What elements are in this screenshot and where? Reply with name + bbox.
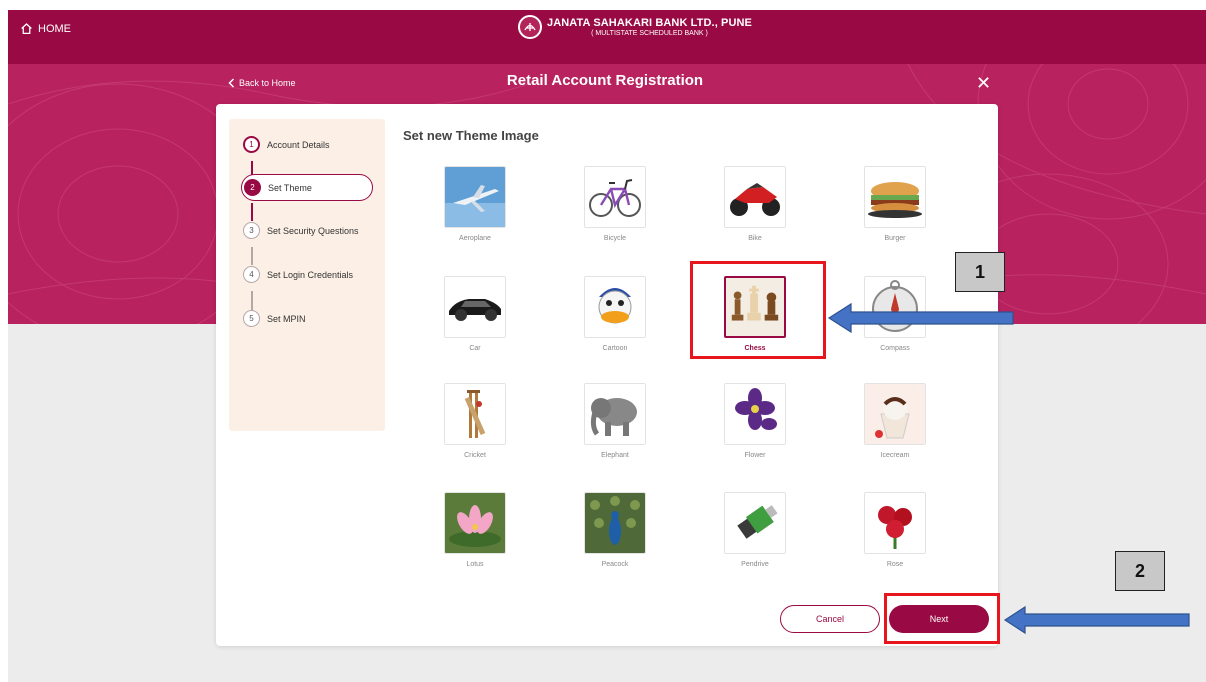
theme-option-cartoon[interactable]: Cartoon [560, 276, 670, 352]
theme-option-bike[interactable]: Bike [700, 166, 810, 242]
theme-option-bicycle[interactable]: Bicycle [560, 166, 670, 242]
theme-option-burger[interactable]: Burger [840, 166, 950, 242]
step-set-theme: 2 Set Theme [241, 174, 373, 201]
theme-option-elephant[interactable]: Elephant [560, 383, 670, 459]
theme-section-title: Set new Theme Image [403, 128, 539, 143]
theme-option-rose[interactable]: Rose [840, 492, 950, 568]
bank-brand: JANATA SAHAKARI BANK LTD., PUNE ( MULTIS… [518, 15, 752, 39]
arrow-left-icon [1003, 605, 1190, 635]
step-connector [251, 291, 253, 311]
theme-option-pendrive[interactable]: Pendrive [700, 492, 810, 568]
theme-label: Peacock [601, 561, 629, 568]
bank-name: JANATA SAHAKARI BANK LTD., PUNE [547, 17, 752, 29]
arrow-left-icon [827, 302, 1014, 334]
home-icon [21, 23, 32, 35]
theme-label: Bike [748, 235, 762, 242]
callout-2: 2 [1115, 551, 1165, 591]
lotus-icon [445, 493, 505, 553]
steps-panel: 1 Account Details 2 Set Theme 3 Set Secu… [229, 119, 385, 431]
motorbike-icon [725, 167, 785, 227]
theme-label: Elephant [601, 452, 629, 459]
cricket-icon [445, 384, 505, 444]
top-bar: HOME JANATA SAHAKARI BANK LTD., PUNE ( M… [8, 10, 1206, 64]
chevron-left-icon [228, 78, 235, 88]
elephant-icon [585, 384, 645, 444]
step-label: Account Details [267, 139, 330, 150]
theme-label: Cricket [464, 452, 486, 459]
home-label: HOME [38, 22, 71, 35]
theme-option-aeroplane[interactable]: Aeroplane [420, 166, 530, 242]
peacock-icon [585, 493, 645, 553]
step-number: 5 [243, 310, 260, 327]
theme-option-lotus[interactable]: Lotus [420, 492, 530, 568]
step-number: 1 [243, 136, 260, 153]
step-security-questions: 3 Set Security Questions [243, 222, 359, 239]
page-title: Retail Account Registration [506, 72, 704, 89]
step-login-credentials: 4 Set Login Credentials [243, 266, 353, 283]
icecream-icon [865, 384, 925, 444]
back-to-home-link[interactable]: Back to Home [228, 78, 296, 88]
highlight-box-chess [690, 261, 826, 359]
bank-logo-icon [518, 15, 542, 39]
step-number: 3 [243, 222, 260, 239]
step-connector [251, 247, 253, 265]
theme-label: Icecream [880, 452, 910, 459]
rose-icon [865, 493, 925, 553]
theme-label: Burger [884, 235, 906, 242]
step-connector [251, 203, 253, 221]
step-number: 2 [244, 179, 261, 196]
theme-label: Car [469, 345, 481, 352]
aeroplane-icon [445, 167, 505, 227]
step-connector [251, 161, 253, 175]
callout-1: 1 [955, 252, 1005, 292]
cancel-button[interactable]: Cancel [780, 605, 880, 633]
burger-icon [865, 167, 925, 227]
step-number: 4 [243, 266, 260, 283]
theme-option-icecream[interactable]: Icecream [840, 383, 950, 459]
highlight-box-next [884, 593, 1000, 644]
theme-label: Bicycle [603, 235, 627, 242]
cartoon-duck-icon [585, 277, 645, 337]
car-icon [445, 277, 505, 337]
theme-label: Rose [886, 561, 904, 568]
step-label: Set Security Questions [267, 225, 359, 236]
step-account-details: 1 Account Details [243, 136, 330, 153]
theme-label: Aeroplane [459, 235, 491, 242]
step-label: Set Login Credentials [267, 269, 354, 280]
step-set-mpin: 5 Set MPIN [243, 310, 306, 327]
theme-label: Pendrive [741, 561, 769, 568]
home-link[interactable]: HOME [20, 22, 71, 35]
theme-label: Lotus [466, 561, 484, 568]
step-label: Set MPIN [267, 313, 306, 324]
theme-option-flower[interactable]: Flower [700, 383, 810, 459]
back-label: Back to Home [239, 78, 296, 88]
theme-option-peacock[interactable]: Peacock [560, 492, 670, 568]
close-icon[interactable]: ✕ [976, 74, 991, 92]
pendrive-icon [725, 493, 785, 553]
theme-option-cricket[interactable]: Cricket [420, 383, 530, 459]
theme-label: Flower [744, 452, 766, 459]
bank-subtitle: ( MULTISTATE SCHEDULED BANK ) [591, 30, 708, 37]
theme-option-car[interactable]: Car [420, 276, 530, 352]
step-label: Set Theme [268, 182, 312, 193]
bicycle-icon [585, 167, 645, 227]
theme-label: Cartoon [602, 345, 628, 352]
theme-label: Compass [880, 345, 910, 352]
flower-icon [725, 384, 785, 444]
